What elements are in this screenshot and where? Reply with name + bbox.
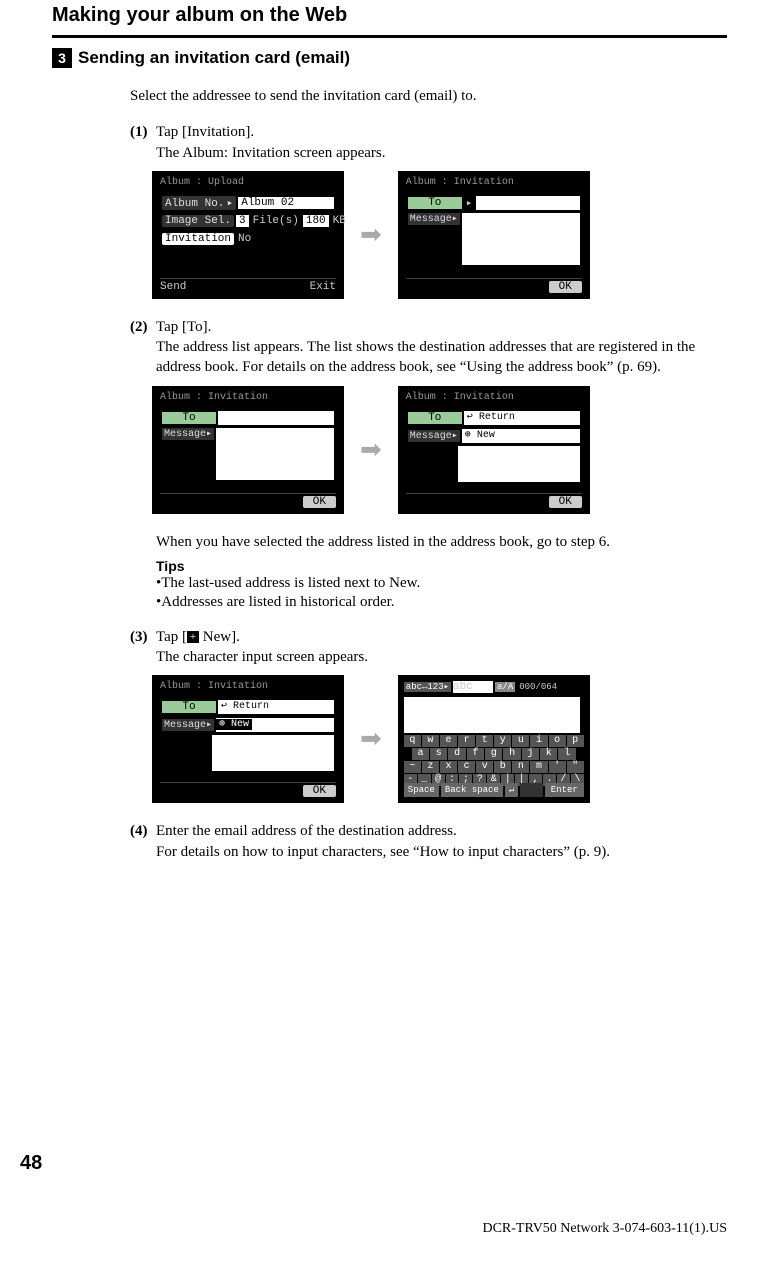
kb-key: k — [540, 748, 557, 760]
divider — [52, 35, 727, 38]
album-no-label: Album No. ▸ — [162, 196, 236, 210]
kb-key: j — [522, 748, 539, 760]
kb-return-icon: ↵ — [505, 783, 518, 797]
kb-key: l — [558, 748, 575, 760]
album-no-value: Album 02 — [238, 197, 334, 209]
kb-key: s — [430, 748, 447, 760]
message-field — [462, 213, 580, 265]
section-heading: 3 Sending an invitation card (email) — [52, 48, 727, 68]
kb-row1: qwertyuiop — [402, 735, 586, 748]
step3-line1: Tap [+ New]. — [156, 627, 727, 647]
step4-line2: For details on how to input characters, … — [156, 842, 727, 862]
arrow-icon: ➡ — [360, 435, 382, 465]
kb-textarea — [404, 697, 580, 733]
kb-key: n — [512, 761, 529, 773]
kb-key: " — [567, 761, 584, 773]
screenshot-invitation-list: Album : Invitation To ↩ Return Message▸ … — [398, 386, 590, 514]
invitation-title: Album : Invitation — [402, 175, 586, 193]
kb-key: u — [512, 735, 529, 747]
to-marker: ▸ — [464, 196, 475, 210]
kb-key: p — [567, 735, 584, 747]
arrow-icon: ➡ — [360, 220, 382, 250]
image-sel-kb: KB — [331, 215, 348, 227]
exit-button: Exit — [310, 281, 336, 293]
screenshot-invitation-blank: Album : Invitation To ▸ Message▸ OK — [398, 171, 590, 299]
kb-key: z — [422, 761, 439, 773]
step4-label: (4) — [130, 821, 152, 862]
message-label: Message▸ — [408, 213, 460, 225]
section-title-text: Sending an invitation card (email) — [78, 48, 350, 68]
kb-row3: ~zxcvbnm'" — [402, 761, 586, 774]
kb-key: v — [476, 761, 493, 773]
page-number: 48 — [20, 1152, 42, 1175]
tip1: •The last-used address is listed next to… — [156, 574, 727, 594]
kb-key: m — [530, 761, 547, 773]
step2-line1: Tap [To]. — [156, 317, 727, 337]
kb-space: Space — [404, 783, 439, 797]
footer-text: DCR-TRV50 Network 3-074-603-11(1).US — [482, 1221, 727, 1237]
image-sel-size: 180 — [303, 215, 329, 227]
new-selected: ⊕ New — [216, 719, 252, 730]
upload-title: Album : Upload — [156, 175, 340, 193]
kb-key: w — [422, 735, 439, 747]
image-sel-count: 3 — [236, 215, 249, 227]
invitation-label: Invitation — [162, 233, 234, 245]
send-button: Send — [160, 281, 186, 293]
kb-case: a/A — [495, 682, 515, 692]
ok-button: OK — [549, 281, 582, 293]
kb-key: f — [467, 748, 484, 760]
kb-count: 000/064 — [517, 682, 559, 692]
kb-key: a — [412, 748, 429, 760]
kb-backspace: Back space — [441, 783, 503, 797]
tips-label: Tips — [156, 558, 727, 574]
section-number-box: 3 — [52, 48, 72, 68]
screenshot-invitation-newsel: Album : Invitation To ↩ Return Message▸ … — [152, 675, 344, 803]
kb-key: b — [494, 761, 511, 773]
kb-key: ~ — [404, 761, 421, 773]
screenshot-keyboard: abc↔123▸ abc a/A 000/064 qwertyuiop asdf… — [398, 675, 590, 803]
screenshot-upload: Album : Upload Album No. ▸ Album 02 Imag… — [152, 171, 344, 299]
kb-key: r — [458, 735, 475, 747]
kb-key: t — [476, 735, 493, 747]
step3-label: (3) — [130, 627, 152, 668]
new-item: ⊕ New — [462, 429, 580, 443]
step4-line1: Enter the email address of the destinati… — [156, 821, 727, 841]
kb-key: o — [549, 735, 566, 747]
image-sel-label: Image Sel. — [162, 215, 234, 227]
image-sel-files: File(s) — [251, 215, 301, 227]
kb-key: h — [503, 748, 520, 760]
step2-line2: The address list appears. The list shows… — [156, 337, 727, 378]
kb-key: y — [494, 735, 511, 747]
kb-key: c — [458, 761, 475, 773]
kb-key: x — [440, 761, 457, 773]
step1-line2: The Album: Invitation screen appears. — [156, 143, 727, 163]
invitation-value: No — [236, 233, 253, 245]
kb-key: q — [404, 735, 421, 747]
step2-label: (2) — [130, 317, 152, 378]
kb-row2: asdfghjkl — [402, 748, 586, 761]
step2-after: When you have selected the address liste… — [156, 532, 727, 552]
to-field — [476, 196, 579, 210]
page-title: Making your album on the Web — [52, 0, 727, 35]
kb-key: d — [448, 748, 465, 760]
kb-key: ' — [549, 761, 566, 773]
kb-enter: Enter — [545, 783, 584, 797]
kb-mode-field: abc — [453, 681, 493, 693]
step1-line1: Tap [Invitation]. — [156, 122, 727, 142]
kb-key: g — [485, 748, 502, 760]
step3-line2: The character input screen appears. — [156, 647, 727, 667]
plus-icon: + — [187, 631, 199, 643]
intro-text: Select the addressee to send the invitat… — [130, 86, 727, 106]
kb-mode: abc↔123▸ — [404, 682, 451, 692]
arrow-icon: ➡ — [360, 724, 382, 754]
to-label: To — [408, 197, 462, 209]
kb-key: e — [440, 735, 457, 747]
kb-key: i — [530, 735, 547, 747]
return-item: ↩ Return — [464, 411, 580, 425]
step1-label: (1) — [130, 122, 152, 163]
tip2: •Addresses are listed in historical orde… — [156, 593, 727, 613]
screenshot-invitation-blank2: Album : Invitation To Message▸ OK — [152, 386, 344, 514]
